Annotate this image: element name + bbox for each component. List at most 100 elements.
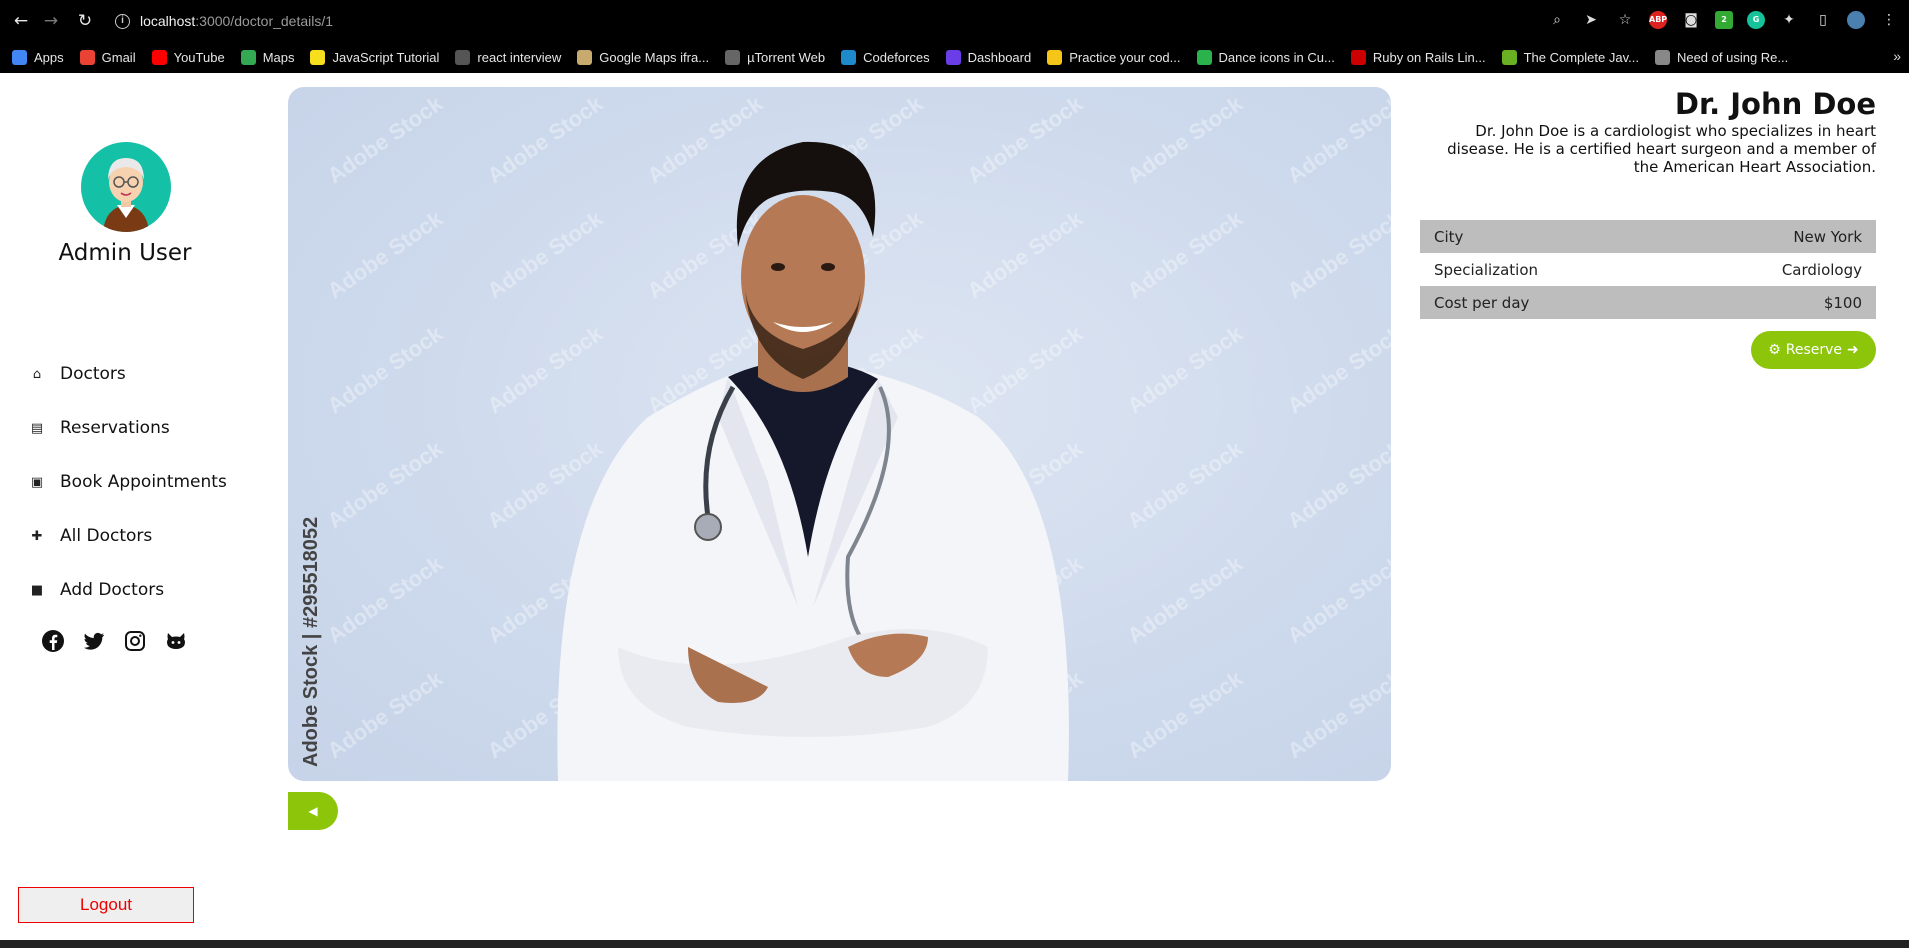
book-icon: ▤ bbox=[30, 420, 44, 436]
table-row: City New York bbox=[1420, 220, 1876, 253]
sidebar-item-reservations[interactable]: ▤ Reservations bbox=[28, 401, 227, 455]
bookmark-item[interactable]: The Complete Jav... bbox=[1501, 50, 1639, 65]
reserve-label: Reserve bbox=[1785, 342, 1843, 358]
bookmark-item[interactable]: Gmail bbox=[79, 50, 136, 65]
bookmark-item[interactable]: react interview bbox=[455, 50, 561, 65]
doctor-figure bbox=[557, 141, 1069, 781]
sidebar-item-add-doctors[interactable]: ■ Add Doctors bbox=[28, 563, 227, 617]
home-icon: ⌂ bbox=[32, 366, 42, 382]
bookmark-item[interactable]: Google Maps ifra... bbox=[577, 50, 709, 65]
bookmark-favicon-icon bbox=[1501, 50, 1517, 65]
logout-button[interactable]: Logout bbox=[18, 887, 194, 923]
camera-icon[interactable]: ◙ bbox=[1681, 10, 1701, 30]
url-path: :3000/doctor_details/1 bbox=[195, 13, 334, 29]
bookmark-item[interactable]: Practice your cod... bbox=[1047, 50, 1181, 65]
bookmark-item[interactable]: Apps bbox=[12, 50, 64, 65]
star-icon[interactable]: ☆ bbox=[1615, 10, 1635, 30]
bookmark-label: Practice your cod... bbox=[1069, 50, 1181, 65]
detail-value: Cardiology bbox=[1781, 260, 1862, 279]
profile-avatar-icon[interactable] bbox=[1847, 11, 1865, 29]
sidebar-item-label: Doctors bbox=[60, 364, 126, 384]
bookmark-item[interactable]: µTorrent Web bbox=[725, 50, 825, 65]
inbox-icon: ▣ bbox=[30, 474, 44, 490]
sidebar-item-label: All Doctors bbox=[60, 526, 153, 546]
caret-left-icon: ◀ bbox=[308, 804, 318, 818]
detail-value: New York bbox=[1670, 220, 1876, 253]
bookmark-label: Google Maps ifra... bbox=[599, 50, 710, 65]
doctor-name: Dr. John Doe bbox=[1674, 87, 1876, 121]
user-name: Admin User bbox=[58, 240, 192, 266]
table-row: Specialization Cardiology bbox=[1420, 253, 1876, 286]
bookmark-favicon-icon bbox=[310, 50, 326, 65]
bag-icon: ■ bbox=[30, 582, 44, 598]
detail-label: Cost per day bbox=[1420, 286, 1671, 319]
info-icon[interactable]: i bbox=[115, 13, 130, 29]
bookmark-favicon-icon bbox=[455, 50, 471, 65]
bookmark-favicon-icon bbox=[841, 50, 857, 65]
bookmark-favicon-icon bbox=[12, 50, 27, 65]
bookmark-item[interactable]: Ruby on Rails Lin... bbox=[1350, 50, 1486, 65]
table-row: Cost per day $100 bbox=[1420, 286, 1876, 319]
bookmark-label: The Complete Jav... bbox=[1523, 50, 1639, 65]
doctor-details-table: City New York Specialization Cardiology Cost… bbox=[1420, 220, 1876, 319]
address-bar[interactable]: i localhost:3000/doctor_details/1 bbox=[115, 9, 333, 33]
bookmark-label: Codeforces bbox=[863, 50, 930, 65]
bookmark-label: react interview bbox=[477, 50, 562, 65]
bookmark-item[interactable]: Maps bbox=[240, 50, 295, 65]
sidepanel-icon[interactable]: ▯ bbox=[1813, 10, 1833, 30]
bookmark-item[interactable]: Need of using Re... bbox=[1654, 50, 1788, 65]
reserve-button[interactable]: ⚙ Reserve ➜ bbox=[1751, 331, 1876, 369]
bookmark-label: YouTube bbox=[173, 50, 225, 65]
bookmark-favicon-icon bbox=[1654, 50, 1670, 65]
gear-icon: ⚙ bbox=[1768, 342, 1781, 358]
sidebar-item-book-appointments[interactable]: ▣ Book Appointments bbox=[28, 455, 227, 509]
sidebar: Admin User ⌂ Doctors ▤ Reservations ▣ Book Ap… bbox=[0, 73, 265, 940]
sidebar-item-all-doctors[interactable]: ✚ All Doctors bbox=[28, 509, 227, 563]
menu-dots-icon[interactable]: ⋮ bbox=[1879, 10, 1899, 30]
detail-label: Specialization bbox=[1434, 260, 1539, 279]
grammarly-icon[interactable]: G bbox=[1747, 11, 1765, 29]
twitter-icon[interactable] bbox=[81, 628, 107, 654]
medkit-icon: ✚ bbox=[31, 528, 43, 544]
avatar bbox=[81, 142, 171, 232]
window-bottom-edge bbox=[0, 940, 1909, 948]
bookmark-favicon-icon bbox=[945, 50, 961, 65]
facebook-icon[interactable] bbox=[40, 628, 66, 654]
github-icon[interactable] bbox=[163, 628, 189, 654]
adblock-icon[interactable]: ABP bbox=[1649, 11, 1667, 29]
bookmark-label: Apps bbox=[34, 50, 64, 65]
back-button[interactable]: ◀ bbox=[288, 792, 338, 830]
instagram-icon[interactable] bbox=[122, 628, 148, 654]
bookmark-item[interactable]: Codeforces bbox=[841, 50, 930, 65]
bookmark-favicon-icon bbox=[1196, 50, 1212, 65]
sidebar-item-label: Reservations bbox=[60, 418, 170, 438]
bookmarks-bar: Apps Gmail YouTube Maps JavaScript Tutorial r… bbox=[0, 42, 1909, 73]
bookmark-favicon-icon bbox=[1350, 50, 1366, 65]
detail-label: City bbox=[1420, 220, 1671, 253]
doctor-description: Dr. John Doe is a cardiologist who speci… bbox=[1447, 122, 1876, 176]
detail-value: $100 bbox=[1670, 286, 1876, 319]
extension-badge-icon[interactable]: 2 bbox=[1715, 11, 1733, 29]
sidebar-item-label: Add Doctors bbox=[60, 580, 165, 600]
bookmark-favicon-icon bbox=[725, 50, 741, 65]
doctor-photo: Adobe Stock Adobe Stock Adobe Stock Adobe S… bbox=[288, 87, 1391, 781]
zoom-icon[interactable]: ⌕ bbox=[1547, 10, 1567, 30]
bookmark-label: Ruby on Rails Lin... bbox=[1372, 50, 1486, 65]
bookmark-item[interactable]: Dashboard bbox=[945, 50, 1031, 65]
bookmark-item[interactable]: JavaScript Tutorial bbox=[310, 50, 439, 65]
bookmarks-overflow-icon[interactable]: » bbox=[1893, 48, 1901, 64]
bookmark-favicon-icon bbox=[1047, 50, 1063, 65]
send-icon[interactable]: ➤ bbox=[1581, 10, 1601, 30]
bookmark-label: Dance icons in Cu... bbox=[1218, 50, 1335, 65]
back-arrow-icon[interactable]: ← bbox=[10, 10, 32, 32]
reload-icon[interactable]: ↻ bbox=[74, 10, 96, 32]
bookmark-label: Maps bbox=[262, 50, 295, 65]
puzzle-icon[interactable]: ✦ bbox=[1779, 10, 1799, 30]
arrow-circle-right-icon: ➜ bbox=[1847, 342, 1859, 358]
bookmark-item[interactable]: YouTube bbox=[151, 50, 225, 65]
forward-arrow-icon[interactable]: → bbox=[40, 10, 62, 32]
bookmark-item[interactable]: Dance icons in Cu... bbox=[1196, 50, 1335, 65]
sidebar-item-doctors[interactable]: ⌂ Doctors bbox=[28, 347, 227, 401]
url-host: localhost bbox=[140, 13, 196, 29]
browser-toolbar: ← → ↻ i localhost:3000/doctor_details/1 … bbox=[0, 0, 1909, 42]
